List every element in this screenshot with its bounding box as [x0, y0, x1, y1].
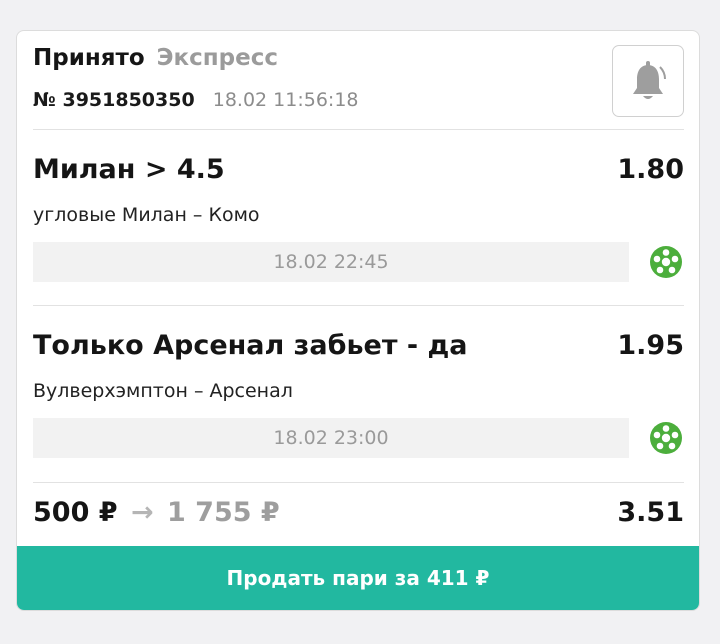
stake-amount: 500 ₽: [33, 497, 118, 528]
divider: [33, 305, 684, 306]
total-odds: 3.51: [617, 497, 684, 528]
bet-card: Принято Экспресс № 3951850350 18.02 11:5…: [16, 30, 700, 611]
sell-bet-button[interactable]: Продать пари за 411 ₽: [17, 546, 699, 610]
divider: [33, 129, 684, 130]
bet-datetime: 18.02 22:45: [33, 242, 629, 282]
bet-placed-time: 18.02 11:56:18: [212, 89, 359, 111]
bell-icon: [633, 61, 666, 99]
bet-title: Только Арсенал забьет - да: [33, 330, 468, 361]
arrow-right-icon: →: [130, 497, 154, 528]
divider: [33, 482, 684, 483]
notification-button[interactable]: [612, 45, 684, 117]
bet-type: Экспресс: [156, 45, 278, 71]
football-icon: [650, 422, 682, 454]
status-line: Принято Экспресс: [33, 45, 278, 71]
bet-match: угловые Милан – Комо: [33, 204, 260, 226]
bet-datetime: 18.02 23:00: [33, 418, 629, 458]
football-icon: [650, 246, 682, 278]
bet-item: Милан > 4.5 1.80 угловые Милан – Комо 18…: [17, 154, 699, 329]
bet-header: Принято Экспресс № 3951850350 18.02 11:5…: [17, 31, 699, 131]
bet-odds: 1.80: [617, 154, 684, 185]
status-text: Принято: [33, 45, 145, 71]
bet-odds: 1.95: [617, 330, 684, 361]
bet-title: Милан > 4.5: [33, 154, 225, 185]
payout-amount: 1 755 ₽: [166, 497, 280, 528]
bet-number: № 3951850350: [33, 89, 195, 111]
bet-item: Только Арсенал забьет - да 1.95 Вулверхэ…: [17, 330, 699, 505]
bet-meta: № 3951850350 18.02 11:56:18: [33, 89, 359, 111]
bet-match: Вулверхэмптон – Арсенал: [33, 380, 293, 402]
bet-summary: 500 ₽ → 1 755 ₽ 3.51: [17, 497, 699, 547]
stake-line: 500 ₽ → 1 755 ₽: [33, 497, 280, 528]
